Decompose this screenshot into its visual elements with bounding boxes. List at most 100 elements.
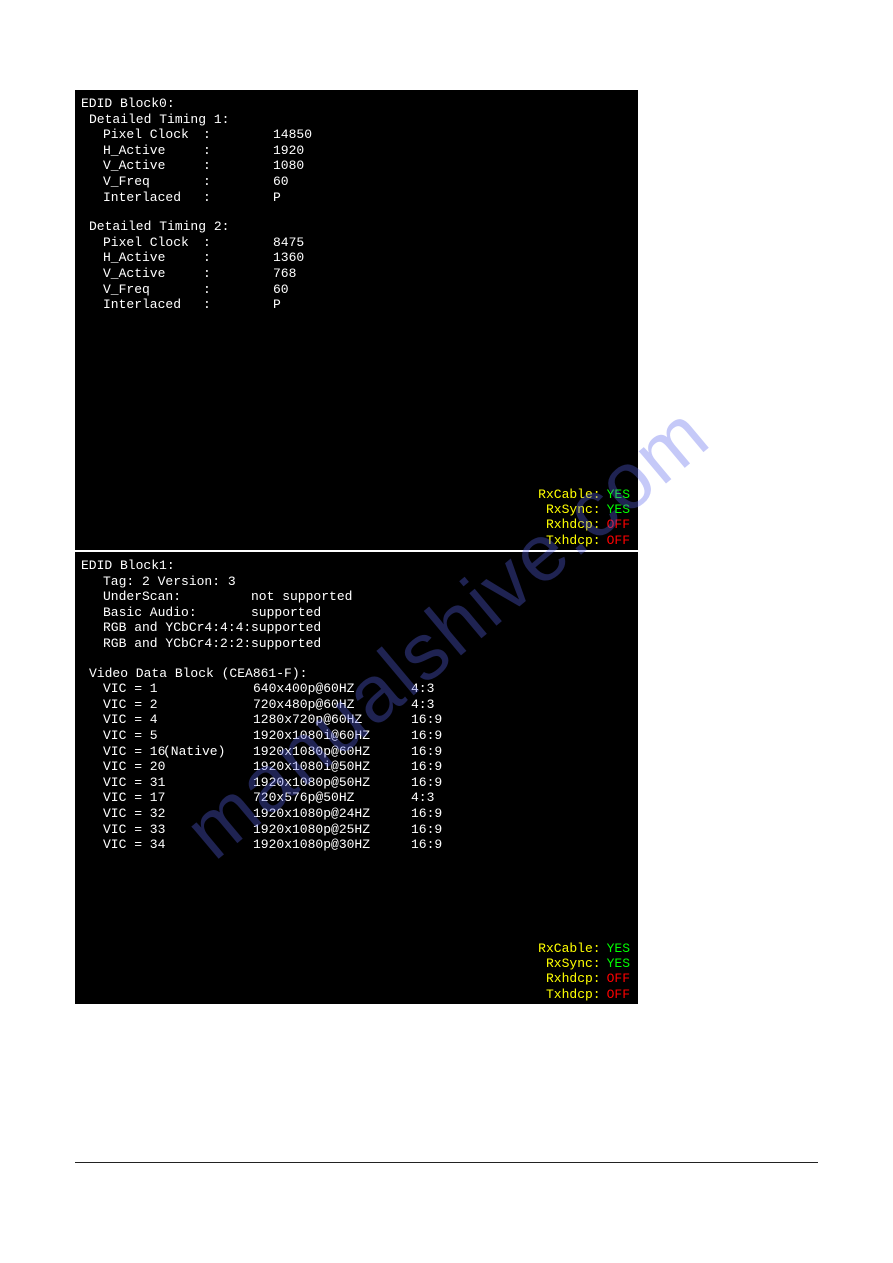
timing2-title: Detailed Timing 2: <box>81 219 630 235</box>
vic-aspect: 4:3 <box>411 697 434 712</box>
status-row: RxSync: YES <box>538 956 630 971</box>
block0-header: EDID Block0: <box>81 96 630 112</box>
status-row: RxSync: YES <box>538 502 630 517</box>
support-row: RGB and YCbCr4:4:4:supported <box>81 620 630 636</box>
vic-row: VIC = 41280x720p@60HZ16:9 <box>81 712 630 728</box>
spacer <box>81 652 630 666</box>
vic-resolution: 1280x720p@60HZ <box>253 712 411 728</box>
status-label: Txhdcp: <box>546 533 601 548</box>
vic-row: VIC = 311920x1080p@50HZ16:9 <box>81 775 630 791</box>
timing-colon: : <box>203 190 273 206</box>
vic-id: VIC = 20 <box>103 759 163 775</box>
vic-row: VIC = 51920x1080i@60HZ16:9 <box>81 728 630 744</box>
timing-value: 60 <box>273 174 289 189</box>
vic-native: (Native) <box>163 744 253 760</box>
vic-id: VIC = 34 <box>103 837 163 853</box>
vic-id: VIC = 31 <box>103 775 163 791</box>
vic-id: VIC = 4 <box>103 712 163 728</box>
block1-tagline: Tag: 2 Version: 3 <box>81 574 630 590</box>
support-key: UnderScan: <box>103 589 251 605</box>
status-label: RxSync: <box>546 956 601 971</box>
timing-colon: : <box>203 158 273 174</box>
vic-id: VIC = 5 <box>103 728 163 744</box>
status-box-block1: RxCable:YESRxSync:YESRxhdcp:OFFTxhdcp:OF… <box>538 941 630 1002</box>
vic-row: VIC = 1 640x400p@60HZ4:3 <box>81 681 630 697</box>
status-row: Rxhdcp: OFF <box>538 517 630 532</box>
timing-value: 14850 <box>273 127 312 142</box>
spacer <box>81 205 630 219</box>
edid-block0-console: EDID Block0: Detailed Timing 1: Pixel Cl… <box>75 90 638 550</box>
vic-row: VIC = 17720x576p@50HZ4:3 <box>81 790 630 806</box>
status-label: RxCable: <box>538 941 600 956</box>
status-label: Txhdcp: <box>546 987 601 1002</box>
timing-key: H_Active <box>103 250 203 266</box>
status-row: RxCable:YES <box>538 487 630 502</box>
status-value: OFF <box>607 971 630 986</box>
vic-id: VIC = 17 <box>103 790 163 806</box>
vic-resolution: 720x480p@60HZ <box>253 697 411 713</box>
vic-id: VIC = 1 <box>103 681 163 697</box>
timing-value: P <box>273 190 281 205</box>
support-row: RGB and YCbCr4:2:2:supported <box>81 636 630 652</box>
vic-id: VIC = 16 <box>103 744 163 760</box>
timing-row: Pixel Clock:14850 <box>81 127 630 143</box>
timing-row: H_Active:1360 <box>81 250 630 266</box>
status-row: RxCable: YES <box>538 941 630 956</box>
status-value: YES <box>607 941 630 956</box>
vic-aspect: 4:3 <box>411 681 434 696</box>
vic-row: VIC = 331920x1080p@25HZ16:9 <box>81 822 630 838</box>
vdb-header: Video Data Block (CEA861-F): <box>81 666 630 682</box>
timing-value: 8475 <box>273 235 304 250</box>
timing-key: Interlaced <box>103 190 203 206</box>
timing-key: V_Freq <box>103 282 203 298</box>
status-value: YES <box>607 487 630 502</box>
timing-colon: : <box>203 297 273 313</box>
timing-key: Pixel Clock <box>103 235 203 251</box>
page-footer-rule <box>75 1162 818 1163</box>
timing-colon: : <box>203 266 273 282</box>
vic-resolution: 1920x1080p@60HZ <box>253 744 411 760</box>
support-key: RGB and YCbCr4:2:2: <box>103 636 251 652</box>
vic-id: VIC = 32 <box>103 806 163 822</box>
support-row: UnderScan:not supported <box>81 589 630 605</box>
timing1-title: Detailed Timing 1: <box>81 112 630 128</box>
status-value: YES <box>607 956 630 971</box>
timing-colon: : <box>203 143 273 159</box>
status-value: OFF <box>607 987 630 1002</box>
timing-key: H_Active <box>103 143 203 159</box>
vic-id: VIC = 2 <box>103 697 163 713</box>
vic-row: VIC = 321920x1080p@24HZ16:9 <box>81 806 630 822</box>
status-label: Rxhdcp: <box>546 517 601 532</box>
support-value: supported <box>251 620 321 635</box>
vic-row: VIC = 341920x1080p@30HZ16:9 <box>81 837 630 853</box>
vic-aspect: 16:9 <box>411 775 442 790</box>
timing-row: V_Active:1080 <box>81 158 630 174</box>
timing-row: H_Active:1920 <box>81 143 630 159</box>
support-key: Basic Audio: <box>103 605 251 621</box>
timing-key: V_Active <box>103 266 203 282</box>
timing-key: V_Freq <box>103 174 203 190</box>
vic-resolution: 1920x1080p@30HZ <box>253 837 411 853</box>
vic-aspect: 16:9 <box>411 744 442 759</box>
vic-resolution: 1920x1080i@50HZ <box>253 759 411 775</box>
vic-aspect: 16:9 <box>411 822 442 837</box>
timing-value: 60 <box>273 282 289 297</box>
status-label: RxSync: <box>546 502 601 517</box>
vic-resolution: 640x400p@60HZ <box>253 681 411 697</box>
timing-value: 1360 <box>273 250 304 265</box>
vic-resolution: 1920x1080i@60HZ <box>253 728 411 744</box>
status-value: OFF <box>607 517 630 532</box>
edid-block1-console: EDID Block1: Tag: 2 Version: 3 UnderScan… <box>75 552 638 1004</box>
timing-row: Interlaced:P <box>81 297 630 313</box>
vic-aspect: 16:9 <box>411 759 442 774</box>
support-value: supported <box>251 636 321 651</box>
vic-row: VIC = 20 1920x1080i@50HZ16:9 <box>81 759 630 775</box>
support-value: supported <box>251 605 321 620</box>
vic-row: VIC = 16(Native)1920x1080p@60HZ16:9 <box>81 744 630 760</box>
status-row: Txhdcp: OFF <box>538 987 630 1002</box>
timing-key: V_Active <box>103 158 203 174</box>
status-value: YES <box>607 502 630 517</box>
timing-row: Interlaced:P <box>81 190 630 206</box>
vic-aspect: 16:9 <box>411 806 442 821</box>
vic-id: VIC = 33 <box>103 822 163 838</box>
